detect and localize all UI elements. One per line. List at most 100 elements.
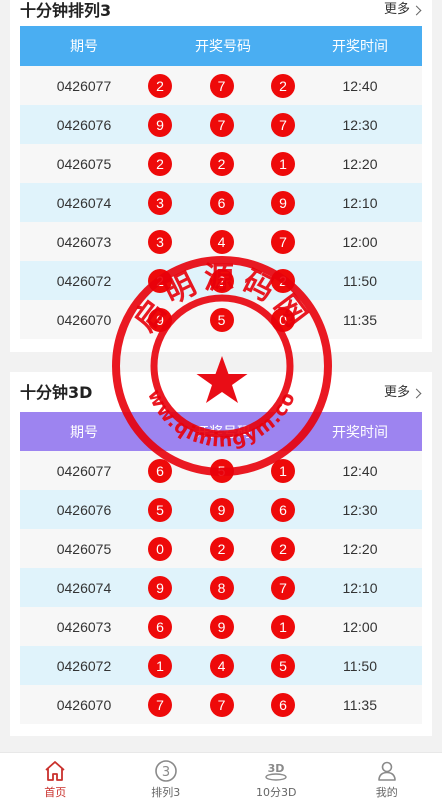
tab-mine-label: 我的 [375,786,398,799]
pailie3-results-table: 期号 开奖号码 开奖时间 0426077 2 7 2 12:40 0426076… [20,26,422,339]
pailie3-header: 十分钟排列3 更多 [10,0,432,26]
pailie3-rows: 0426077 2 7 2 12:40 0426076 9 7 7 12:30 … [20,66,422,339]
number-ball: 8 [209,575,234,600]
3d-header: 十分钟3D 更多 [10,372,432,412]
chevron-right-icon [411,388,422,398]
numbers-cell: 3 4 7 [148,222,298,261]
time-cell: 11:50 [343,657,377,674]
issue-cell: 0426070 [56,311,112,328]
3d-rows: 0426077 6 5 1 12:40 0426076 5 9 6 12:30 … [20,451,422,724]
issue-cell: 0426072 [56,657,112,674]
issue-cell: 0426074 [56,579,112,596]
col-header-numbers: 开奖号码 [195,424,251,441]
number-ball: 9 [148,307,172,332]
table-row: 0426076 9 7 7 12:30 [20,105,422,144]
numbers-cell: 6 9 1 [148,607,298,646]
table-row: 0426074 3 6 9 12:10 [20,183,422,222]
number-ball: 7 [271,112,295,137]
number-ball: 6 [271,692,295,717]
table-row: 0426075 2 2 1 12:20 [20,144,422,183]
issue-cell: 0426075 [56,540,112,557]
issue-cell: 0426076 [56,501,112,518]
time-cell: 11:35 [343,696,377,713]
col-header-issue: 期号 [70,39,98,55]
col-header-time: 开奖时间 [332,39,388,55]
tab-pailie3-label: 排列3 [151,786,181,799]
time-cell: 11:35 [343,311,377,328]
number-ball: 6 [271,497,295,522]
user-icon [377,761,396,781]
more-label: 更多 [383,385,410,400]
number-ball: 5 [209,458,234,483]
3d-title: 十分钟3D [20,383,93,402]
tab-home[interactable]: 首页 [0,753,111,802]
issue-cell: 0426072 [56,272,112,289]
3d-more-link[interactable]: 更多 [383,384,422,402]
svg-text:3D: 3D [268,762,285,775]
time-cell: 12:20 [342,155,378,172]
numbers-cell: 2 7 2 [148,66,298,105]
number-ball: 4 [209,653,234,678]
number-ball: 6 [209,190,234,215]
number-ball: 2 [148,268,172,293]
time-cell: 12:30 [342,116,378,133]
time-cell: 12:10 [342,194,378,211]
table-row: 0426073 3 4 7 12:00 [20,222,422,261]
table-header-row: 期号 开奖号码 开奖时间 [20,412,422,451]
issue-cell: 0426074 [56,194,112,211]
numbers-cell: 1 4 5 [148,646,298,685]
time-cell: 12:10 [342,579,378,596]
number-ball: 7 [209,112,234,137]
table-row: 0426070 9 5 0 11:35 [20,300,422,339]
table-row: 0426070 7 7 6 11:35 [20,685,422,724]
numbers-cell: 9 7 7 [148,105,298,144]
table-row: 0426074 9 8 7 12:10 [20,568,422,607]
number-ball: 3 [148,229,172,254]
time-cell: 12:20 [342,540,378,557]
issue-cell: 0426076 [56,116,112,133]
bottom-tab-bar: 首页 3 排列3 3D 10分3D 我的 [0,752,442,802]
number-ball: 7 [271,575,295,600]
table-row: 0426077 2 7 2 12:40 [20,66,422,105]
numbers-cell: 2 2 2 [148,261,298,300]
number-ball: 2 [209,151,234,176]
number-ball: 2 [271,268,295,293]
number-ball: 0 [271,307,295,332]
number-ball: 9 [148,112,172,137]
numbers-cell: 2 2 1 [148,144,298,183]
circle-three-icon: 3 [154,760,177,782]
svg-text:3: 3 [162,765,170,780]
number-ball: 7 [271,229,295,254]
numbers-cell: 7 7 6 [148,685,298,724]
number-ball: 7 [209,73,234,98]
number-ball: 7 [209,692,234,717]
issue-cell: 0426075 [56,155,112,172]
number-ball: 9 [271,190,295,215]
issue-cell: 0426070 [56,696,112,713]
table-row: 0426073 6 9 1 12:00 [20,607,422,646]
tab-pailie3[interactable]: 3 排列3 [111,753,222,802]
number-ball: 9 [209,614,234,639]
number-ball: 1 [271,151,295,176]
time-cell: 12:00 [342,233,378,250]
home-icon [45,761,65,781]
number-ball: 9 [209,497,234,522]
time-cell: 12:40 [342,462,378,479]
number-ball: 5 [271,653,295,678]
table-row: 0426072 2 2 2 11:50 [20,261,422,300]
number-ball: 1 [148,653,172,678]
number-ball: 9 [148,575,172,600]
issue-cell: 0426073 [56,233,112,250]
number-ball: 6 [148,614,172,639]
tab-home-label: 首页 [44,786,67,799]
number-ball: 0 [148,536,172,561]
numbers-cell: 9 5 0 [148,300,298,339]
table-row: 0426072 1 4 5 11:50 [20,646,422,685]
3d-results-table: 期号 开奖号码 开奖时间 0426077 6 5 1 12:40 0426076… [20,412,422,724]
pailie3-more-link[interactable]: 更多 [384,1,422,19]
time-cell: 12:30 [342,501,378,518]
number-ball: 2 [271,536,295,561]
tab-mine[interactable]: 我的 [332,753,442,802]
tab-3d[interactable]: 3D 10分3D [221,753,332,802]
issue-cell: 0426077 [56,462,112,479]
